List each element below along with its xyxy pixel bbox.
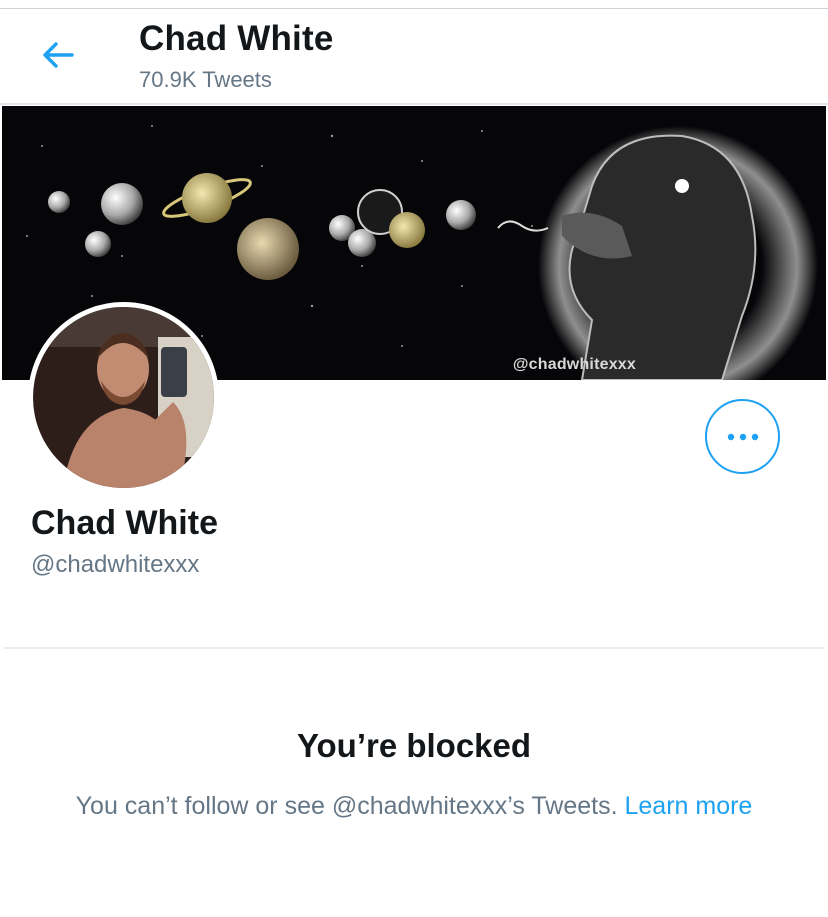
section-divider bbox=[4, 647, 824, 649]
blocked-title: You’re blocked bbox=[296, 727, 532, 764]
avatar[interactable] bbox=[28, 302, 219, 493]
banner-watermark: @chadwhitexxx bbox=[512, 356, 636, 373]
back-button[interactable] bbox=[36, 37, 80, 77]
more-options-button[interactable] bbox=[705, 399, 780, 474]
arrow-left-icon bbox=[41, 41, 75, 74]
profile-handle: @chadwhitexxx bbox=[31, 551, 200, 578]
tweet-count: 70.9K Tweets bbox=[139, 67, 272, 92]
profile-header: Chad White 70.9K Tweets bbox=[0, 9, 828, 105]
blocked-message: You can’t follow or see @chadwhitexxx’s … bbox=[50, 788, 778, 824]
more-horizontal-icon bbox=[726, 428, 760, 446]
learn-more-link[interactable]: Learn more bbox=[624, 792, 752, 820]
header-title: Chad White bbox=[139, 19, 334, 58]
blocked-message-text: You can’t follow or see @chadwhitexxx’s … bbox=[75, 792, 618, 820]
profile-name: Chad White bbox=[31, 504, 218, 542]
